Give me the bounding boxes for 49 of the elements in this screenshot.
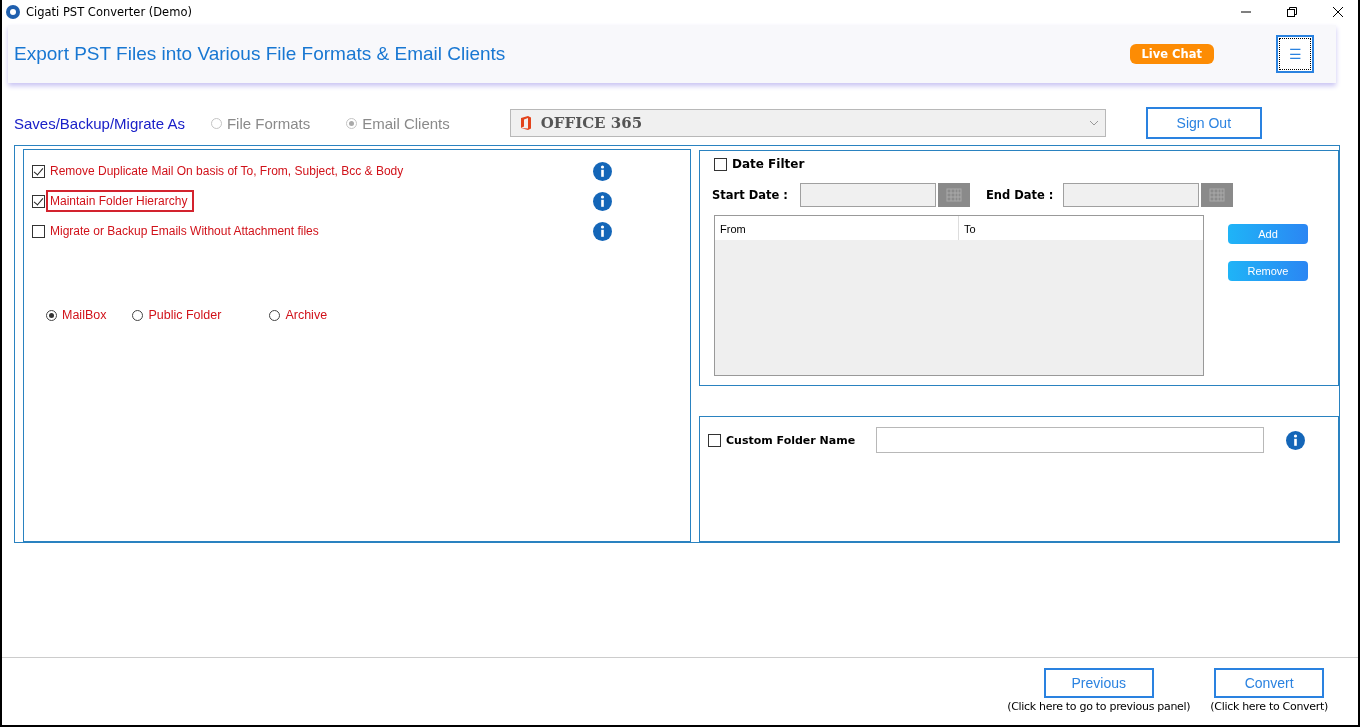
window-title: Cigati PST Converter (Demo): [26, 5, 192, 19]
remove-button[interactable]: Remove: [1228, 261, 1308, 281]
option-label: Maintain Folder Hierarchy: [46, 190, 195, 212]
mode-label: Email Clients: [362, 114, 450, 132]
sign-out-button[interactable]: Sign Out: [1145, 107, 1262, 139]
radio-button[interactable]: [269, 309, 281, 321]
option-label: Remove Duplicate Mail On basis of To, From, Subject, Bcc & Body: [49, 163, 405, 180]
close-icon[interactable]: [1332, 6, 1344, 18]
live-chat-button[interactable]: Live Chat: [1129, 44, 1214, 64]
add-button[interactable]: Add: [1228, 224, 1308, 244]
app-logo-icon: [6, 5, 20, 19]
page-heading: Export PST Files into Various File Formats & Email Clients: [14, 43, 506, 65]
column-header: To: [963, 222, 977, 237]
office-logo-icon: [518, 115, 533, 131]
mailbox-type-label: Public Folder: [148, 308, 222, 322]
info-icon[interactable]: [1286, 430, 1305, 450]
checkbox[interactable]: [32, 164, 45, 178]
button-hint: (Click here to Convert): [1210, 700, 1328, 713]
radio-button[interactable]: [46, 309, 57, 321]
save-as-label: Saves/Backup/Migrate As: [14, 114, 185, 132]
caret-icon: [1088, 120, 1099, 126]
footer-button[interactable]: Convert: [1214, 668, 1325, 698]
custom-folder-label: Custom Folder Name: [726, 433, 856, 447]
date-filter-label: Date Filter: [732, 157, 805, 171]
end-date-field[interactable]: [1063, 183, 1200, 207]
checkbox[interactable]: [32, 194, 45, 208]
checkbox[interactable]: [714, 157, 727, 171]
info-icon[interactable]: [593, 191, 612, 211]
target-dropdown[interactable]: OFFICE 365: [509, 109, 1106, 137]
info-icon[interactable]: [593, 161, 612, 181]
folder-name-field[interactable]: [876, 427, 1264, 454]
column-header: From: [715, 216, 959, 240]
mailbox-type-label: MailBox: [62, 308, 107, 322]
mode-label: File Formats: [226, 114, 311, 132]
start-date-label: Start Date :: [712, 188, 788, 202]
restore-icon[interactable]: [1286, 6, 1298, 18]
start-date-field[interactable]: [799, 183, 936, 207]
info-icon[interactable]: [593, 221, 612, 241]
button-hint: (Click here to go to previous panel): [1007, 700, 1191, 713]
mailbox-type-label: Archive: [285, 308, 328, 322]
calendar-icon[interactable]: [937, 183, 970, 207]
checkbox[interactable]: [708, 433, 721, 447]
footer-button[interactable]: Previous: [1043, 668, 1154, 698]
menu-button[interactable]: ☰: [1276, 35, 1314, 73]
checkbox[interactable]: [32, 224, 45, 238]
option-label: Migrate or Backup Emails Without Attachment files: [49, 223, 320, 240]
end-date-label: End Date :: [985, 188, 1054, 202]
calendar-icon[interactable]: [1201, 183, 1234, 207]
radio-button[interactable]: [132, 309, 144, 321]
